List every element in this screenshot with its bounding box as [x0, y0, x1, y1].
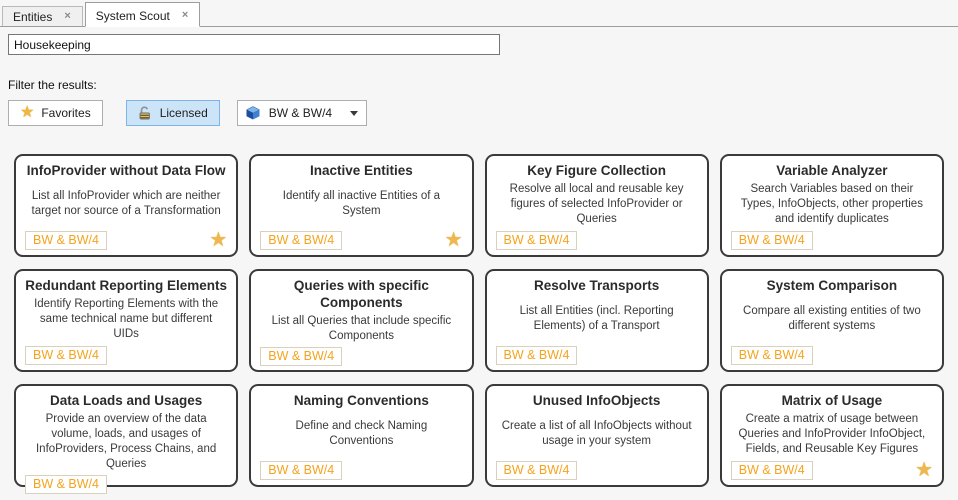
tool-card[interactable]: Unused InfoObjects Create a list of all …: [485, 384, 709, 487]
system-badge: BW & BW/4: [260, 347, 342, 366]
card-title: Inactive Entities: [260, 163, 462, 180]
card-description: Resolve all local and reusable key figur…: [496, 180, 698, 229]
tool-card[interactable]: Variable Analyzer Search Variables based…: [720, 154, 944, 257]
tab-label: Entities: [13, 10, 52, 24]
card-title: Unused InfoObjects: [496, 393, 698, 410]
system-badge: BW & BW/4: [731, 346, 813, 365]
tab[interactable]: System Scout ×: [85, 2, 200, 27]
card-description: Define and check Naming Conventions: [260, 410, 462, 458]
card-title: Key Figure Collection: [496, 163, 698, 180]
tab-close-icon[interactable]: ×: [180, 9, 190, 22]
card-description: List all Queries that include specific C…: [260, 312, 462, 346]
system-badge: BW & BW/4: [496, 461, 578, 480]
card-title: Resolve Transports: [496, 278, 698, 295]
card-description: List all InfoProvider which are neither …: [25, 180, 227, 228]
tool-card[interactable]: InfoProvider without Data Flow List all …: [14, 154, 238, 257]
search-row: [0, 27, 958, 55]
system-type-dropdown[interactable]: BW & BW/4: [237, 100, 367, 126]
card-title: Data Loads and Usages: [25, 393, 227, 410]
system-badge: BW & BW/4: [731, 231, 813, 250]
system-badge: BW & BW/4: [260, 461, 342, 480]
card-description: Identify all inactive Entities of a Syst…: [260, 180, 462, 228]
tool-card[interactable]: Key Figure Collection Resolve all local …: [485, 154, 709, 257]
card-footer: BW & BW/4 ★: [731, 229, 933, 250]
card-title: InfoProvider without Data Flow: [25, 163, 227, 180]
tab-label: System Scout: [96, 9, 170, 23]
card-footer: BW & BW/4 ★: [260, 228, 462, 250]
system-type-dropdown-value: BW & BW/4: [269, 106, 341, 120]
card-footer: BW & BW/4 ★: [731, 459, 933, 480]
card-description: Provide an overview of the data volume, …: [25, 410, 227, 474]
system-badge: BW & BW/4: [260, 231, 342, 250]
card-description: Create a matrix of usage between Queries…: [731, 410, 933, 459]
system-badge: BW & BW/4: [25, 475, 107, 494]
card-footer: BW & BW/4 ★: [260, 458, 462, 480]
card-title: System Comparison: [731, 278, 933, 295]
card-description: Compare all existing entities of two dif…: [731, 295, 933, 343]
system-badge: BW & BW/4: [731, 461, 813, 480]
card-title: Matrix of Usage: [731, 393, 933, 410]
card-footer: BW & BW/4 ★: [731, 343, 933, 365]
favorites-filter-button[interactable]: ★ Favorites: [8, 100, 103, 126]
card-description: Create a list of all InfoObjects without…: [496, 410, 698, 458]
star-icon: ★: [20, 105, 34, 121]
tab-close-icon[interactable]: ×: [62, 10, 72, 23]
card-footer: BW & BW/4 ★: [260, 346, 462, 366]
favorite-star-icon[interactable]: ★: [915, 460, 933, 480]
favorite-star-icon[interactable]: ★: [209, 230, 227, 250]
tool-card[interactable]: Naming Conventions Define and check Nami…: [249, 384, 473, 487]
tool-card[interactable]: Inactive Entities Identify all inactive …: [249, 154, 473, 257]
cube-icon: [246, 106, 260, 120]
card-grid: InfoProvider without Data Flow List all …: [0, 154, 958, 487]
system-badge: BW & BW/4: [496, 231, 578, 250]
card-description: Search Variables based on their Types, I…: [731, 180, 933, 229]
tool-card[interactable]: Matrix of Usage Create a matrix of usage…: [720, 384, 944, 487]
card-title: Redundant Reporting Elements: [25, 278, 227, 295]
tab-bar: Entities × System Scout ×: [0, 0, 958, 27]
card-footer: BW & BW/4 ★: [25, 344, 227, 365]
card-footer: BW & BW/4 ★: [496, 229, 698, 250]
chevron-down-icon: [350, 111, 358, 116]
tool-card[interactable]: System Comparison Compare all existing e…: [720, 269, 944, 372]
card-footer: BW & BW/4 ★: [25, 228, 227, 250]
tool-card[interactable]: Resolve Transports List all Entities (in…: [485, 269, 709, 372]
favorite-star-icon[interactable]: ★: [445, 230, 463, 250]
licensed-filter-label: Licensed: [160, 106, 208, 120]
card-title: Variable Analyzer: [731, 163, 933, 180]
tab[interactable]: Entities ×: [2, 6, 83, 26]
card-footer: BW & BW/4 ★: [496, 458, 698, 480]
system-badge: BW & BW/4: [25, 231, 107, 250]
licensed-filter-button[interactable]: Licensed: [126, 100, 220, 126]
card-description: List all Entities (incl. Reporting Eleme…: [496, 295, 698, 343]
card-title: Naming Conventions: [260, 393, 462, 410]
card-footer: BW & BW/4 ★: [496, 343, 698, 365]
filter-section-label: Filter the results:: [8, 78, 958, 92]
tool-card[interactable]: Queries with specific Components List al…: [249, 269, 473, 372]
system-badge: BW & BW/4: [25, 346, 107, 365]
tool-card[interactable]: Redundant Reporting Elements Identify Re…: [14, 269, 238, 372]
search-input[interactable]: [8, 34, 500, 55]
tool-card[interactable]: Data Loads and Usages Provide an overvie…: [14, 384, 238, 487]
card-title: Queries with specific Components: [260, 278, 462, 312]
card-footer: BW & BW/4 ★: [25, 474, 227, 494]
system-badge: BW & BW/4: [496, 346, 578, 365]
filter-row: ★ Favorites Licensed BW & BW/4: [8, 100, 958, 126]
favorites-filter-label: Favorites: [41, 106, 90, 120]
open-lock-icon: [138, 106, 153, 120]
card-description: Identify Reporting Elements with the sam…: [25, 295, 227, 344]
